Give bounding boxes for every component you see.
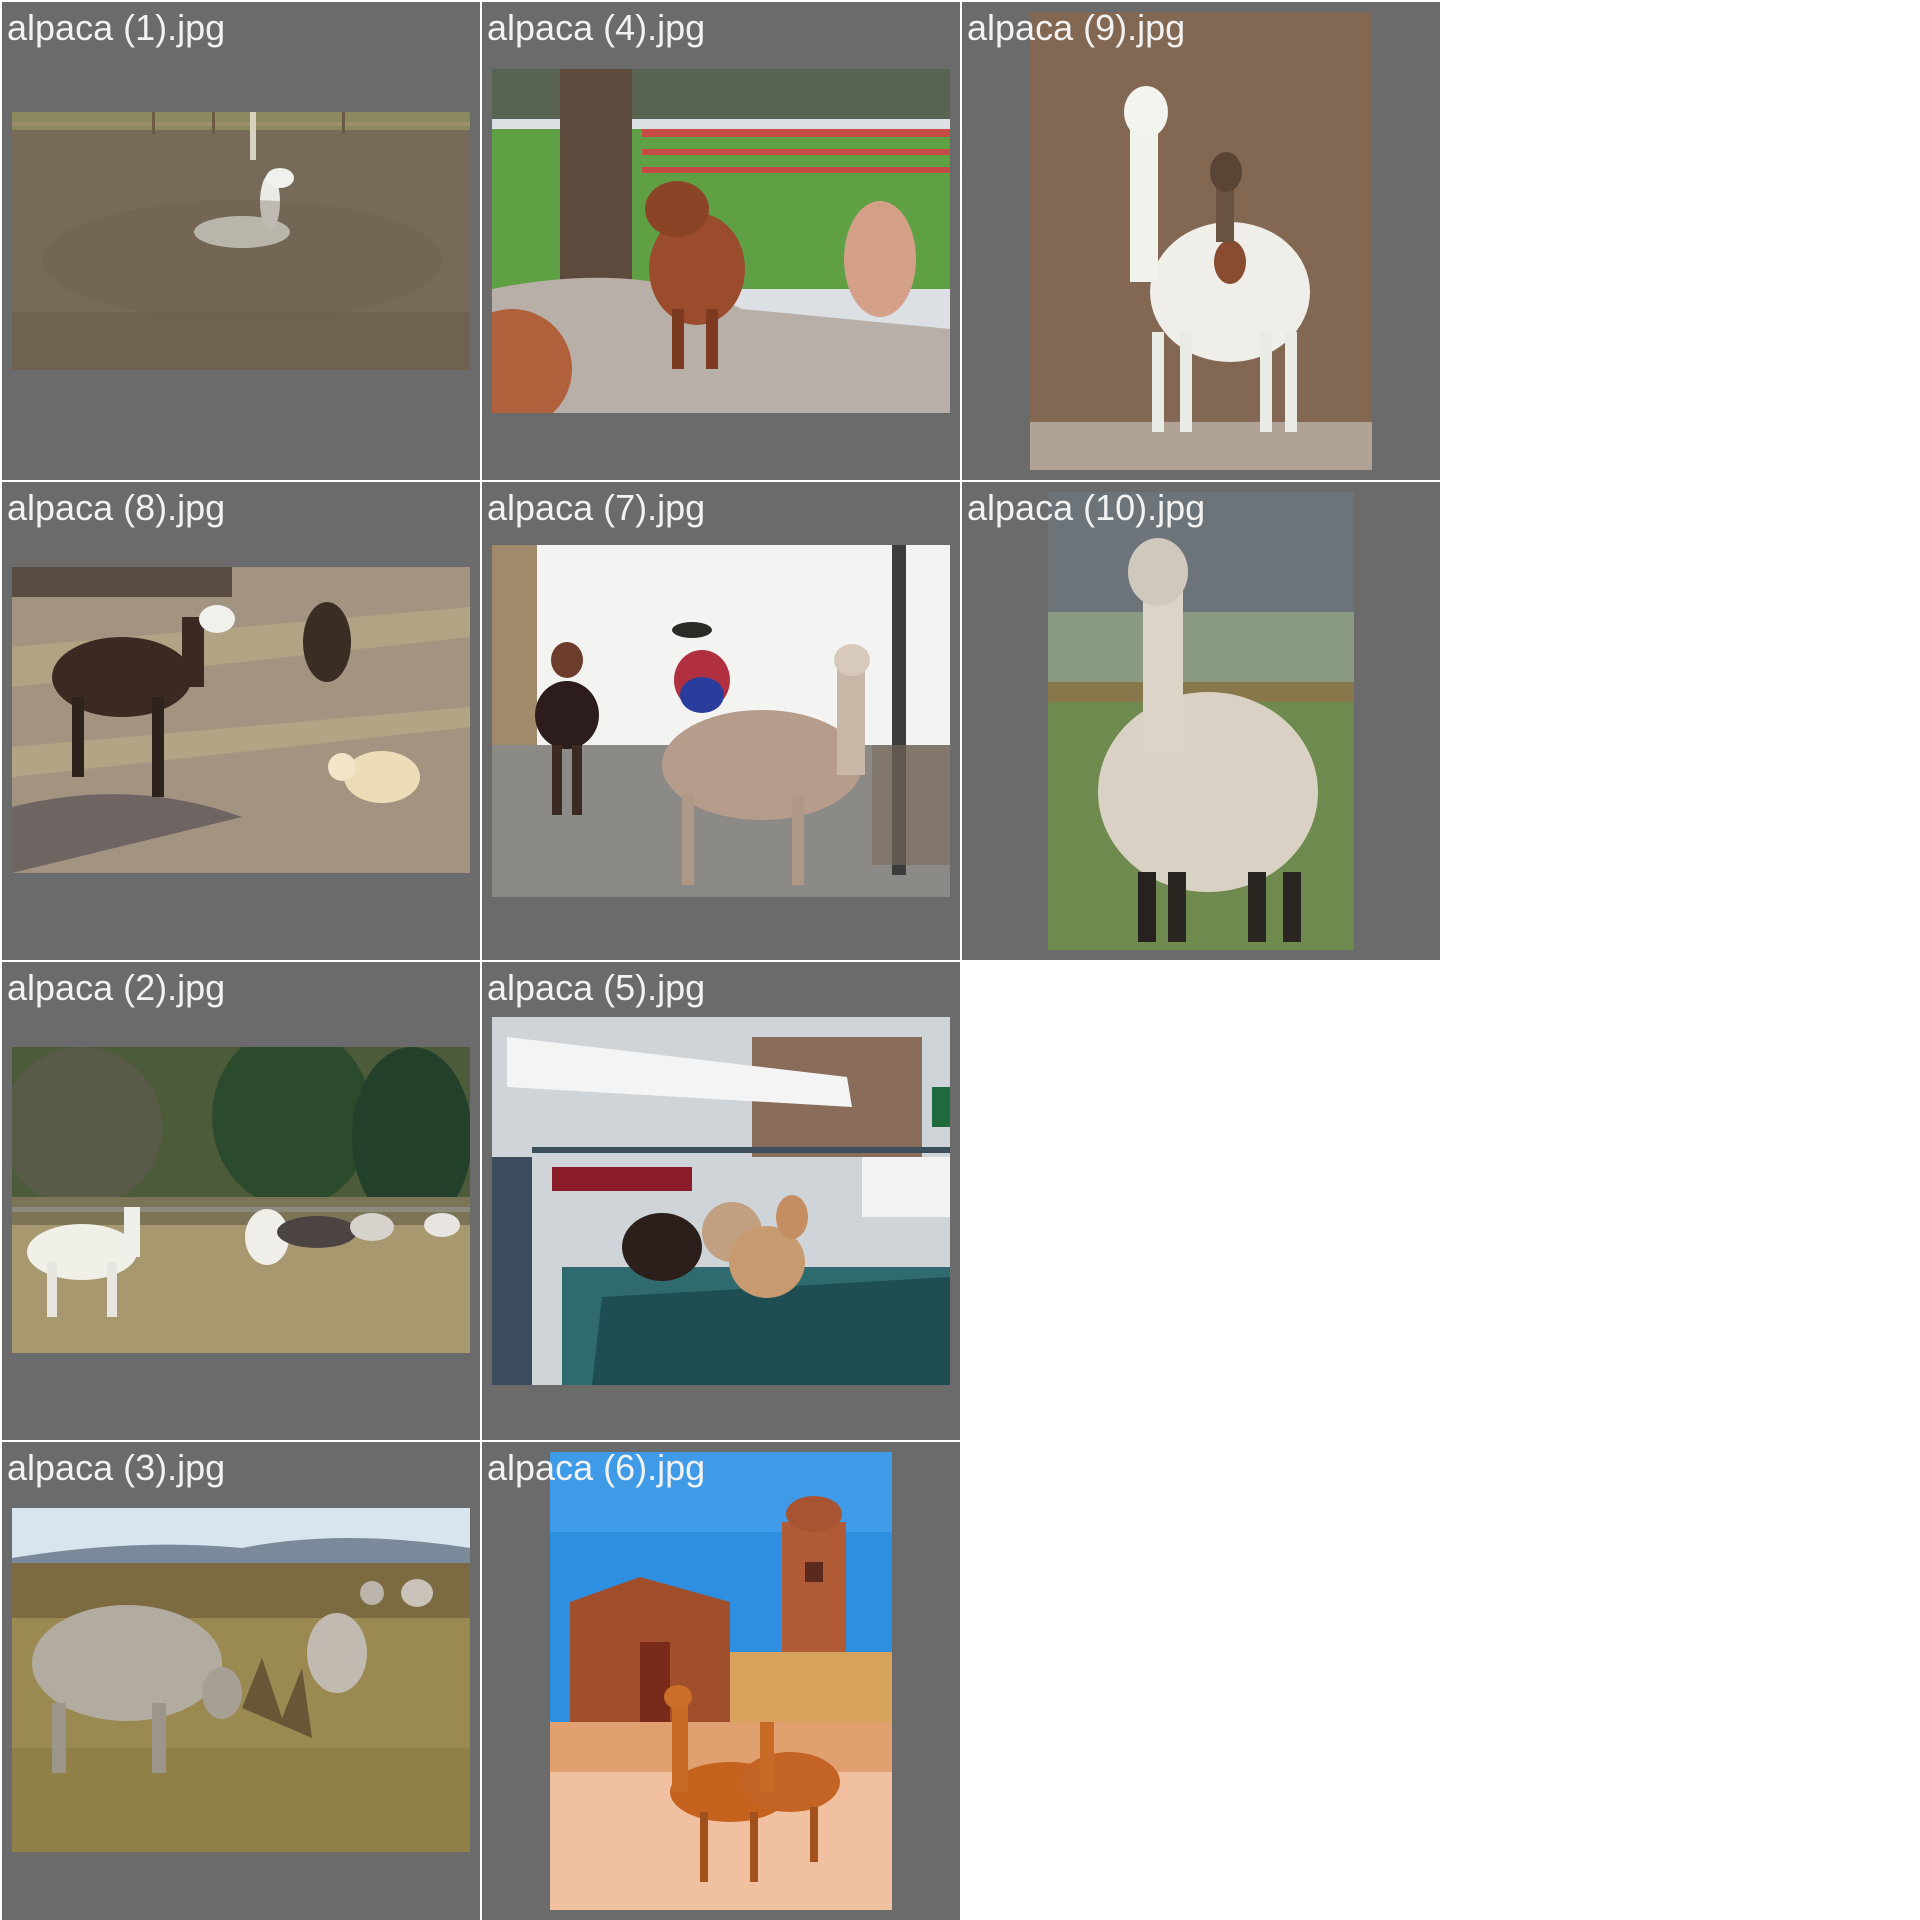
image-thumbnail[interactable] xyxy=(492,545,950,897)
image-filename: alpaca (3).jpg xyxy=(7,1447,226,1488)
image-tile[interactable]: alpaca (4).jpg xyxy=(482,2,960,480)
image-thumbnail[interactable] xyxy=(12,1047,470,1353)
image-tile[interactable]: alpaca (9).jpg xyxy=(962,2,1440,480)
image-thumbnail[interactable] xyxy=(1048,492,1354,950)
image-filename: alpaca (9).jpg xyxy=(967,7,1186,48)
image-gallery: alpaca (1).jpg alpaca (4).jpg alpaca (9)… xyxy=(0,0,1920,1920)
image-filename: alpaca (7).jpg xyxy=(487,487,706,528)
image-filename: alpaca (10).jpg xyxy=(967,487,1206,528)
image-filename: alpaca (5).jpg xyxy=(487,967,706,1008)
image-thumbnail[interactable] xyxy=(550,1452,892,1910)
image-tile[interactable]: alpaca (3).jpg xyxy=(2,1442,480,1920)
image-tile[interactable]: alpaca (1).jpg xyxy=(2,2,480,480)
image-tile[interactable]: alpaca (5).jpg xyxy=(482,962,960,1440)
image-filename: alpaca (1).jpg xyxy=(7,7,226,48)
image-filename: alpaca (6).jpg xyxy=(487,1447,706,1488)
image-thumbnail[interactable] xyxy=(12,1508,470,1852)
image-filename: alpaca (2).jpg xyxy=(7,967,226,1008)
image-thumbnail[interactable] xyxy=(12,112,470,370)
image-filename: alpaca (4).jpg xyxy=(487,7,706,48)
image-tile[interactable]: alpaca (6).jpg xyxy=(482,1442,960,1920)
image-thumbnail[interactable] xyxy=(1030,12,1372,470)
image-tile[interactable]: alpaca (8).jpg xyxy=(2,482,480,960)
image-thumbnail[interactable] xyxy=(12,567,470,873)
image-thumbnail[interactable] xyxy=(492,1017,950,1385)
image-tile[interactable]: alpaca (10).jpg xyxy=(962,482,1440,960)
image-thumbnail[interactable] xyxy=(492,69,950,413)
image-filename: alpaca (8).jpg xyxy=(7,487,226,528)
image-tile[interactable]: alpaca (2).jpg xyxy=(2,962,480,1440)
image-tile[interactable]: alpaca (7).jpg xyxy=(482,482,960,960)
